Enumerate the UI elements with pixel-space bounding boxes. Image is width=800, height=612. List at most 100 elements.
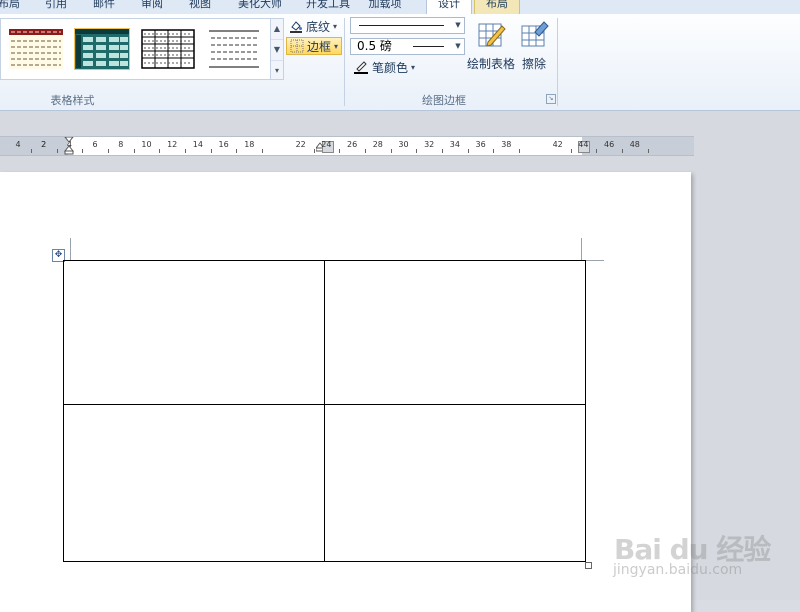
ruler-tick — [621, 149, 623, 153]
gallery-scroll-up-icon[interactable]: ▲ — [271, 19, 283, 40]
table-cell[interactable] — [324, 260, 586, 405]
ruler-label: 32 — [424, 140, 435, 149]
ruler-label: 24 — [321, 140, 332, 149]
eraser-button[interactable]: 擦除 — [516, 20, 552, 72]
draw-table-icon — [478, 23, 506, 47]
ruler-label: 28 — [372, 140, 383, 149]
ruler-label: 16 — [218, 140, 229, 149]
ruler-label: 38 — [501, 140, 512, 149]
ruler-tick — [159, 149, 161, 153]
tab-layout-page[interactable]: 布局 — [0, 0, 22, 13]
document-table[interactable] — [63, 260, 586, 562]
ruler-tick — [442, 149, 444, 153]
crop-mark — [70, 238, 71, 260]
table-style-teal-grid[interactable] — [74, 28, 130, 70]
table-styles-gallery — [0, 18, 272, 80]
tab-beautify-master[interactable]: 美化大师 — [232, 0, 288, 13]
tab-table-layout[interactable]: 布局 — [474, 0, 520, 14]
ruler-label: 34 — [449, 140, 460, 149]
pen-color-icon — [354, 61, 368, 74]
ruler-label: 4 — [15, 140, 21, 149]
ruler-tick — [236, 149, 238, 153]
dialog-launcher-icon[interactable]: ↘ — [546, 94, 556, 104]
ruler-label: 18 — [244, 140, 255, 149]
table-cell[interactable] — [63, 260, 325, 405]
ruler-label: 22 — [295, 140, 306, 149]
ruler-tick — [262, 149, 264, 153]
ruler-end — [694, 136, 800, 156]
ruler-tick — [596, 149, 598, 153]
group-divider — [344, 18, 345, 106]
tab-developer[interactable]: 开发工具 — [300, 0, 356, 13]
table-cell[interactable] — [63, 404, 325, 562]
crop-mark — [586, 260, 604, 261]
line-weight-dropdown[interactable]: 0.5 磅 ▼ — [350, 38, 465, 55]
eraser-icon — [521, 21, 549, 47]
ruler-tick — [82, 149, 84, 153]
ruler-label: 14 — [192, 140, 203, 149]
ruler-left-margin — [0, 137, 68, 155]
ruler-tick — [647, 149, 649, 153]
ruler-tick — [493, 149, 495, 153]
ruler-label: 2 — [41, 140, 47, 149]
watermark-url: jingyan.baidu.com — [613, 562, 743, 578]
crop-mark — [581, 238, 582, 260]
ruler-label: 10 — [141, 140, 152, 149]
shading-icon — [290, 21, 302, 33]
ruler-tick — [107, 149, 109, 153]
ruler-label: 6 — [92, 140, 98, 149]
draw-table-button[interactable]: 绘制表格 — [466, 20, 516, 72]
pen-color-button[interactable]: 笔颜色 ▾ — [350, 58, 418, 76]
table-style-red-header[interactable] — [9, 29, 63, 69]
tab-review[interactable]: 审阅 — [136, 0, 168, 13]
tab-references[interactable]: 引用 — [40, 0, 72, 13]
line-weight-value: 0.5 磅 — [357, 39, 392, 53]
horizontal-ruler[interactable]: 4 2 2 4 6 8 10 12 14 16 18 22 24 26 28 30 32 34 36 38 42 44 46… — [0, 136, 694, 156]
chevron-down-icon: ▼ — [455, 21, 461, 29]
table-style-full-grid[interactable] — [141, 29, 195, 69]
ruler-tick — [570, 149, 572, 153]
table-cell[interactable] — [324, 404, 586, 562]
ruler-label: 42 — [552, 140, 563, 149]
table-row — [63, 260, 586, 405]
line-weight-preview — [413, 46, 444, 47]
ruler-tick — [519, 149, 521, 153]
ruler-tick — [313, 149, 315, 153]
ribbon: ▲ ▼ ▾ 底纹 ▾ 边框 ▾ 表格样式 ▼ 0.5 磅 ▼ 笔颜色 ▾ 绘制表… — [0, 14, 800, 111]
ruler-label: 4 — [66, 140, 72, 149]
ruler-tick — [185, 149, 187, 153]
pen-color-label: 笔颜色 — [372, 60, 409, 75]
borders-icon — [290, 39, 304, 53]
group-divider — [557, 18, 558, 106]
chevron-down-icon: ▾ — [411, 62, 416, 72]
ruler-label: 48 — [629, 140, 640, 149]
tab-view[interactable]: 视图 — [184, 0, 216, 13]
borders-button[interactable]: 边框 ▾ — [286, 37, 343, 55]
gallery-more-icon[interactable]: ▾ — [271, 61, 283, 81]
shading-button[interactable]: 底纹 ▾ — [286, 17, 340, 35]
tab-addins[interactable]: 加载项 — [360, 0, 410, 13]
tab-table-design[interactable]: 设计 — [426, 0, 472, 14]
ruler-tick — [30, 149, 32, 153]
chevron-down-icon: ▾ — [333, 21, 338, 31]
ruler-label: 8 — [118, 140, 124, 149]
tab-mailings[interactable]: 邮件 — [88, 0, 120, 13]
gallery-scroll-down-icon[interactable]: ▼ — [271, 40, 283, 61]
eraser-label: 擦除 — [521, 57, 546, 71]
table-resize-handle[interactable] — [585, 562, 592, 569]
ruler-tick — [339, 149, 341, 153]
ruler-label: 26 — [347, 140, 358, 149]
table-row — [63, 404, 586, 562]
ruler-tick — [210, 149, 212, 153]
draw-borders-group-label: 绘图边框 — [422, 94, 466, 107]
ruler-tick — [416, 149, 418, 153]
ruler-label: 30 — [398, 140, 409, 149]
chevron-down-icon: ▼ — [455, 42, 461, 50]
ribbon-tab-bar: 布局 引用 邮件 审阅 视图 美化大师 开发工具 加载项 设计 布局 — [0, 0, 800, 15]
table-style-light-lines[interactable] — [207, 29, 261, 69]
ruler-label: 44 — [578, 140, 589, 149]
ruler-label: 46 — [604, 140, 615, 149]
line-style-dropdown[interactable]: ▼ — [350, 17, 465, 34]
ruler-label: 36 — [475, 140, 486, 149]
table-styles-group-label: 表格样式 — [50, 94, 95, 107]
